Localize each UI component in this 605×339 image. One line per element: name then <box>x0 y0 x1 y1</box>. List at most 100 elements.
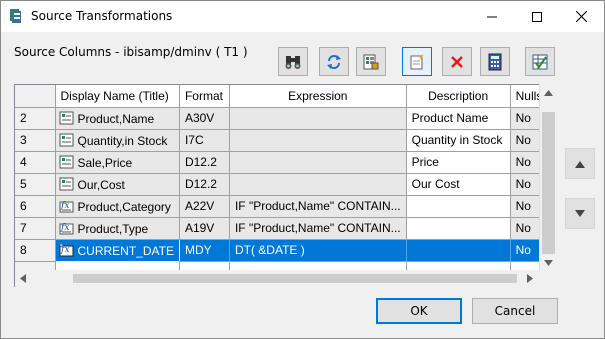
column-header-description[interactable]: Description <box>406 85 511 108</box>
delete-icon <box>451 55 463 68</box>
new-column-icon <box>410 53 424 69</box>
field-icon <box>59 177 73 190</box>
move-up-icon <box>575 160 585 168</box>
expression-cell[interactable]: IF "Product,Name" CONTAIN... <box>229 195 407 218</box>
table-row[interactable]: 7 fx Product,Type A19V IF "Product,Name" … <box>15 217 551 240</box>
validate-button[interactable] <box>525 47 555 76</box>
computed-field-icon: fx <box>59 201 73 212</box>
computed-field-icon: fx <box>59 223 73 234</box>
display-name-text: CURRENT_DATE <box>77 243 174 258</box>
scrollbar-corner <box>539 271 556 287</box>
minimize-icon <box>486 16 497 17</box>
table-row[interactable]: 3 Quantity,in Stock I7C Quantity in Stoc… <box>15 129 551 152</box>
format-cell[interactable]: D12.2 <box>179 173 230 196</box>
minimize-button[interactable] <box>469 1 514 32</box>
table-row-selected[interactable]: 8 fx CURRENT_DATE MDY DT( &DATE ) No <box>15 238 551 262</box>
refresh-icon <box>327 54 341 69</box>
display-name-text: Quantity,in Stock <box>77 133 168 148</box>
display-name-cell[interactable]: fx Product,Category <box>55 195 180 218</box>
field-icon <box>59 155 73 168</box>
horizontal-scrollbar[interactable] <box>15 270 539 287</box>
scroll-right-icon[interactable] <box>527 274 533 283</box>
maximize-button[interactable] <box>514 1 559 32</box>
close-icon <box>576 11 587 22</box>
display-name-text: Product,Type <box>77 221 149 236</box>
field-icon <box>59 111 73 124</box>
table-row[interactable]: 6 fx Product,Category A22V IF "Product,Na… <box>15 195 551 218</box>
maximize-icon <box>531 11 542 22</box>
move-up-button[interactable] <box>565 148 595 179</box>
description-cell[interactable]: Our Cost <box>406 173 511 196</box>
properties-icon <box>363 54 379 69</box>
binoculars-icon <box>285 55 301 69</box>
delete-button[interactable] <box>442 47 472 76</box>
display-name-cell[interactable]: Quantity,in Stock <box>55 129 180 152</box>
table-row[interactable]: 5 Our,Cost D12.2 Our Cost No <box>15 173 551 196</box>
cancel-button[interactable]: Cancel <box>472 298 558 324</box>
display-name-cell[interactable]: fx CURRENT_DATE <box>54 238 180 262</box>
description-cell[interactable]: Product Name <box>406 107 511 130</box>
new-column-button[interactable] <box>402 47 432 76</box>
properties-button[interactable] <box>356 47 386 76</box>
display-name-cell[interactable]: Product,Name <box>55 107 180 130</box>
expression-cell[interactable] <box>229 129 407 152</box>
format-cell[interactable]: I7C <box>179 129 230 152</box>
description-cell[interactable] <box>406 239 511 262</box>
move-down-icon <box>575 209 585 217</box>
row-number: 7 <box>15 217 56 240</box>
expression-cell[interactable] <box>229 107 407 130</box>
horizontal-scroll-thumb[interactable] <box>73 274 517 283</box>
expression-cell[interactable] <box>229 151 407 174</box>
column-header-format[interactable]: Format <box>179 85 230 108</box>
dialog-window: Source Transformations Source Columns - … <box>0 0 605 339</box>
row-number: 6 <box>15 195 56 218</box>
format-cell[interactable]: A30V <box>179 107 230 130</box>
header-row: Display Name (Title) Format Expression D… <box>15 85 551 108</box>
table-row[interactable]: 4 Sale,Price D12.2 Price No <box>15 151 551 174</box>
description-cell[interactable]: Price <box>406 151 511 174</box>
format-cell[interactable]: MDY <box>179 239 230 262</box>
column-header-expression[interactable]: Expression <box>229 85 407 108</box>
scroll-left-icon[interactable] <box>20 274 26 283</box>
vertical-scrollbar[interactable] <box>539 84 556 271</box>
row-number: 5 <box>15 173 56 196</box>
check-table-icon <box>532 54 548 69</box>
field-icon <box>59 133 73 146</box>
display-name-cell[interactable]: Sale,Price <box>55 151 180 174</box>
columns-table: Display Name (Title) Format Expression D… <box>15 85 551 284</box>
scroll-down-icon[interactable] <box>544 260 553 266</box>
format-cell[interactable]: A19V <box>179 217 230 240</box>
close-button[interactable] <box>559 1 604 32</box>
refresh-button[interactable] <box>319 47 349 76</box>
calculator-button[interactable] <box>480 47 510 76</box>
expression-cell[interactable]: DT( &DATE ) <box>229 239 407 262</box>
description-cell[interactable] <box>406 195 511 218</box>
description-cell[interactable]: Quantity in Stock <box>406 129 511 152</box>
format-cell[interactable]: D12.2 <box>179 151 230 174</box>
vertical-scroll-thumb[interactable] <box>542 112 555 254</box>
description-cell[interactable] <box>406 217 511 240</box>
display-name-text: Our,Cost <box>77 177 125 192</box>
move-down-button[interactable] <box>565 198 595 229</box>
window-title: Source Transformations <box>31 9 173 23</box>
display-name-text: Sale,Price <box>77 155 133 170</box>
columns-grid[interactable]: Display Name (Title) Format Expression D… <box>14 84 556 287</box>
svg-text:fx: fx <box>60 245 69 255</box>
new-computed-field-icon: fx <box>59 242 73 256</box>
row-number: 4 <box>15 151 56 174</box>
table-row[interactable]: 2 Product,Name A30V Product Name No <box>15 107 551 130</box>
format-cell[interactable]: A22V <box>179 195 230 218</box>
ok-button[interactable]: OK <box>376 298 462 324</box>
scroll-up-icon[interactable] <box>544 90 553 96</box>
source-columns-label: Source Columns - ibisamp/dminv ( T1 ) <box>14 45 248 59</box>
app-icon <box>10 9 21 23</box>
display-name-cell[interactable]: fx Product,Type <box>55 217 180 240</box>
column-header-display-name[interactable]: Display Name (Title) <box>55 85 180 108</box>
expression-cell[interactable]: IF "Product,Name" CONTAIN... <box>229 217 407 240</box>
display-name-cell[interactable]: Our,Cost <box>55 173 180 196</box>
find-button[interactable] <box>278 47 308 76</box>
display-name-text: Product,Name <box>77 111 155 126</box>
row-number: 2 <box>15 107 56 130</box>
expression-cell[interactable] <box>229 173 407 196</box>
title-bar: Source Transformations <box>1 1 604 32</box>
